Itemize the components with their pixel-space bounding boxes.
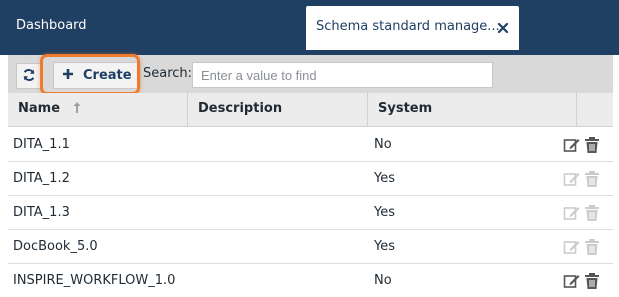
- row-actions: [563, 204, 603, 222]
- cell-system: Yes: [374, 205, 395, 220]
- search-input[interactable]: [192, 62, 493, 88]
- trash-icon: [583, 204, 601, 222]
- trash-icon[interactable]: [583, 136, 601, 154]
- tab-schema-standard-management[interactable]: Schema standard manage...: [306, 6, 519, 50]
- trash-icon: [583, 238, 601, 256]
- column-system-label: System: [378, 101, 433, 116]
- table-row[interactable]: INSPIRE_WORKFLOW_1.0 No: [8, 264, 613, 297]
- cell-name: DITA_1.1: [13, 137, 70, 152]
- column-description-label: Description: [198, 101, 283, 116]
- edit-icon[interactable]: [563, 272, 581, 290]
- tab-label: Schema standard manage...: [316, 19, 500, 34]
- edit-icon: [563, 238, 581, 256]
- row-actions: [563, 272, 603, 290]
- column-header-description[interactable]: Description: [188, 93, 368, 127]
- table-header: Name Description System: [8, 93, 613, 127]
- create-button-highlight: [40, 54, 140, 95]
- cell-system: Yes: [374, 171, 395, 186]
- trash-icon[interactable]: [583, 272, 601, 290]
- refresh-icon: [22, 67, 36, 86]
- cell-system: No: [374, 273, 392, 288]
- edit-icon: [563, 170, 581, 188]
- table-row[interactable]: DITA_1.1 No: [8, 128, 613, 162]
- column-name-label: Name: [18, 101, 61, 116]
- cell-name: DITA_1.2: [13, 171, 70, 186]
- close-icon[interactable]: [497, 19, 509, 34]
- table-row[interactable]: DocBook_5.0 Yes: [8, 230, 613, 264]
- tab-dashboard[interactable]: Dashboard: [16, 18, 87, 33]
- cell-name: INSPIRE_WORKFLOW_1.0: [13, 273, 176, 288]
- table-row[interactable]: DITA_1.2 Yes: [8, 162, 613, 196]
- search-label: Search:: [143, 66, 193, 81]
- edit-icon: [563, 204, 581, 222]
- refresh-button[interactable]: [16, 63, 42, 89]
- column-header-system[interactable]: System: [368, 93, 577, 127]
- top-bar: Dashboard Schema standard manage...: [0, 0, 619, 55]
- sort-up-icon: [73, 101, 81, 118]
- row-actions: [563, 170, 603, 188]
- cell-name: DocBook_5.0: [13, 239, 98, 254]
- cell-name: DITA_1.3: [13, 205, 70, 220]
- cell-system: No: [374, 137, 392, 152]
- cell-system: Yes: [374, 239, 395, 254]
- row-actions: [563, 136, 603, 154]
- table-row[interactable]: DITA_1.3 Yes: [8, 196, 613, 230]
- row-actions: [563, 238, 603, 256]
- column-header-actions: [577, 93, 613, 127]
- edit-icon[interactable]: [563, 136, 581, 154]
- trash-icon: [583, 170, 601, 188]
- column-header-name[interactable]: Name: [8, 93, 188, 127]
